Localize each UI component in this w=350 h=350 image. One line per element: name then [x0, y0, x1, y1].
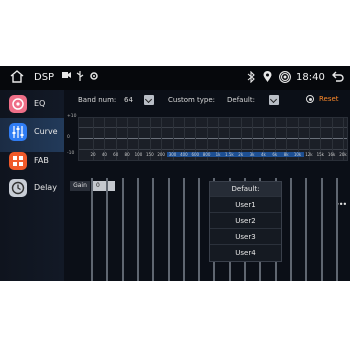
x-tick: 80 [124, 152, 130, 157]
band-slider[interactable]: 2.20 [193, 178, 205, 281]
x-tick: 100 [134, 152, 143, 157]
back-icon[interactable] [332, 71, 344, 83]
slider-track[interactable] [182, 178, 185, 281]
sidebar-item-label: Curve [34, 127, 58, 136]
slider-track[interactable] [167, 178, 170, 281]
x-tick: 200 [157, 152, 165, 157]
x-tick: 12k [305, 152, 313, 157]
grid-line [79, 149, 347, 150]
band-slider[interactable]: 2.20 [132, 178, 144, 281]
usb-icon [76, 71, 84, 81]
clock: 18:40 [296, 72, 325, 83]
slider-track[interactable] [305, 178, 308, 281]
eq-curve-display: +10 0 -10 20 40 60 80 100 150 200 300 400 600 800 1… [67, 114, 348, 161]
menu-item-user1[interactable]: User1 [210, 198, 281, 213]
x-tick: 3k [246, 152, 259, 157]
zero-line [79, 138, 347, 139]
band-num-dropdown-button[interactable] [144, 95, 154, 105]
sidebar-item-label: EQ [34, 99, 46, 108]
curve-panel: Band num: 64 Custom type: Default: Reset… [64, 90, 350, 281]
sidebar-item-label: FAB [34, 156, 49, 165]
slider-track[interactable] [91, 178, 93, 281]
x-tick: 20 [90, 152, 96, 157]
menu-item-default[interactable]: Default: [210, 182, 281, 197]
fader-balance-icon [9, 152, 27, 170]
x-tick: 2k [234, 152, 247, 157]
x-tick: 8k [280, 152, 293, 157]
band-slider[interactable]: 2.20 [316, 178, 328, 281]
x-tick: 150 [145, 152, 154, 157]
slider-track[interactable] [289, 178, 292, 281]
bluetooth-icon [247, 71, 255, 83]
x-tick: 4k [257, 152, 270, 157]
band-slider[interactable]: 2.20 [117, 178, 129, 281]
media-icon [62, 72, 71, 78]
slider-track[interactable] [106, 178, 109, 281]
sidebar-item-label: Delay [34, 183, 57, 192]
band-slider[interactable]: 2.20 [331, 178, 343, 281]
band-slider[interactable]: 2.20 [101, 178, 113, 281]
custom-type-dropdown-button[interactable] [269, 95, 279, 105]
x-tick: 16k [327, 152, 336, 157]
sliders-icon [9, 123, 27, 141]
slider-track[interactable] [198, 178, 201, 281]
sidebar-item-delay[interactable]: Delay [0, 174, 64, 208]
reset-icon[interactable] [306, 95, 314, 103]
sidebar: EQ Curve FAB Delay [0, 90, 64, 281]
x-tick: 600 [189, 152, 202, 157]
x-tick: 20k [339, 152, 347, 157]
home-icon[interactable] [10, 70, 24, 83]
eq-knob-icon [9, 95, 27, 113]
menu-item-user2[interactable]: User2 [210, 214, 281, 229]
y-tick: +10 [67, 114, 77, 119]
dsp-screen: DSP 18:40 EQ Curve FAB Delay Band num: 6… [0, 66, 350, 281]
x-tick: 1.5k [223, 152, 236, 157]
custom-type-menu: Default: User1 User2 User3 User4 [209, 181, 282, 262]
slider-track[interactable] [320, 178, 323, 281]
x-tick: 800 [200, 152, 213, 157]
y-tick: 0 [67, 135, 70, 140]
band-slider[interactable]: 2.20 [285, 178, 297, 281]
reset-button[interactable]: Reset [319, 95, 339, 103]
menu-item-user3[interactable]: User3 [210, 230, 281, 245]
slider-track[interactable] [335, 178, 338, 281]
location-icon [263, 71, 272, 82]
custom-type-value[interactable]: Default: [227, 96, 255, 104]
app-title: DSP [34, 72, 55, 83]
clock-icon [9, 179, 27, 197]
band-slider[interactable]: 2.20 [300, 178, 312, 281]
x-tick: 15k [316, 152, 324, 157]
grid-line [79, 127, 347, 128]
band-slider[interactable]: 2.20 [178, 178, 190, 281]
band-num-value[interactable]: 64 [124, 96, 133, 104]
slider-track[interactable] [136, 178, 139, 281]
x-tick: 6k [268, 152, 281, 157]
x-tick: 10k [291, 152, 304, 157]
band-slider[interactable]: 2.20 [147, 178, 159, 281]
x-tick: 40 [101, 152, 107, 157]
x-tick: 1k [212, 152, 224, 157]
status-bar: DSP 18:40 [0, 66, 350, 90]
band-slider[interactable]: 2.20 [163, 178, 175, 281]
x-tick: 300 [166, 152, 179, 157]
x-tick: 60 [113, 152, 119, 157]
menu-item-user4[interactable]: User4 [210, 246, 281, 261]
settings-icon [90, 72, 98, 80]
hotspot-icon [279, 71, 291, 83]
y-tick: -10 [67, 151, 75, 156]
custom-type-label: Custom type: [168, 96, 216, 104]
x-tick: 400 [177, 152, 190, 157]
band-slider[interactable]: 2.20 [86, 178, 98, 281]
slider-track[interactable] [152, 178, 155, 281]
band-num-label: Band num: [78, 96, 117, 104]
slider-track[interactable] [121, 178, 124, 281]
